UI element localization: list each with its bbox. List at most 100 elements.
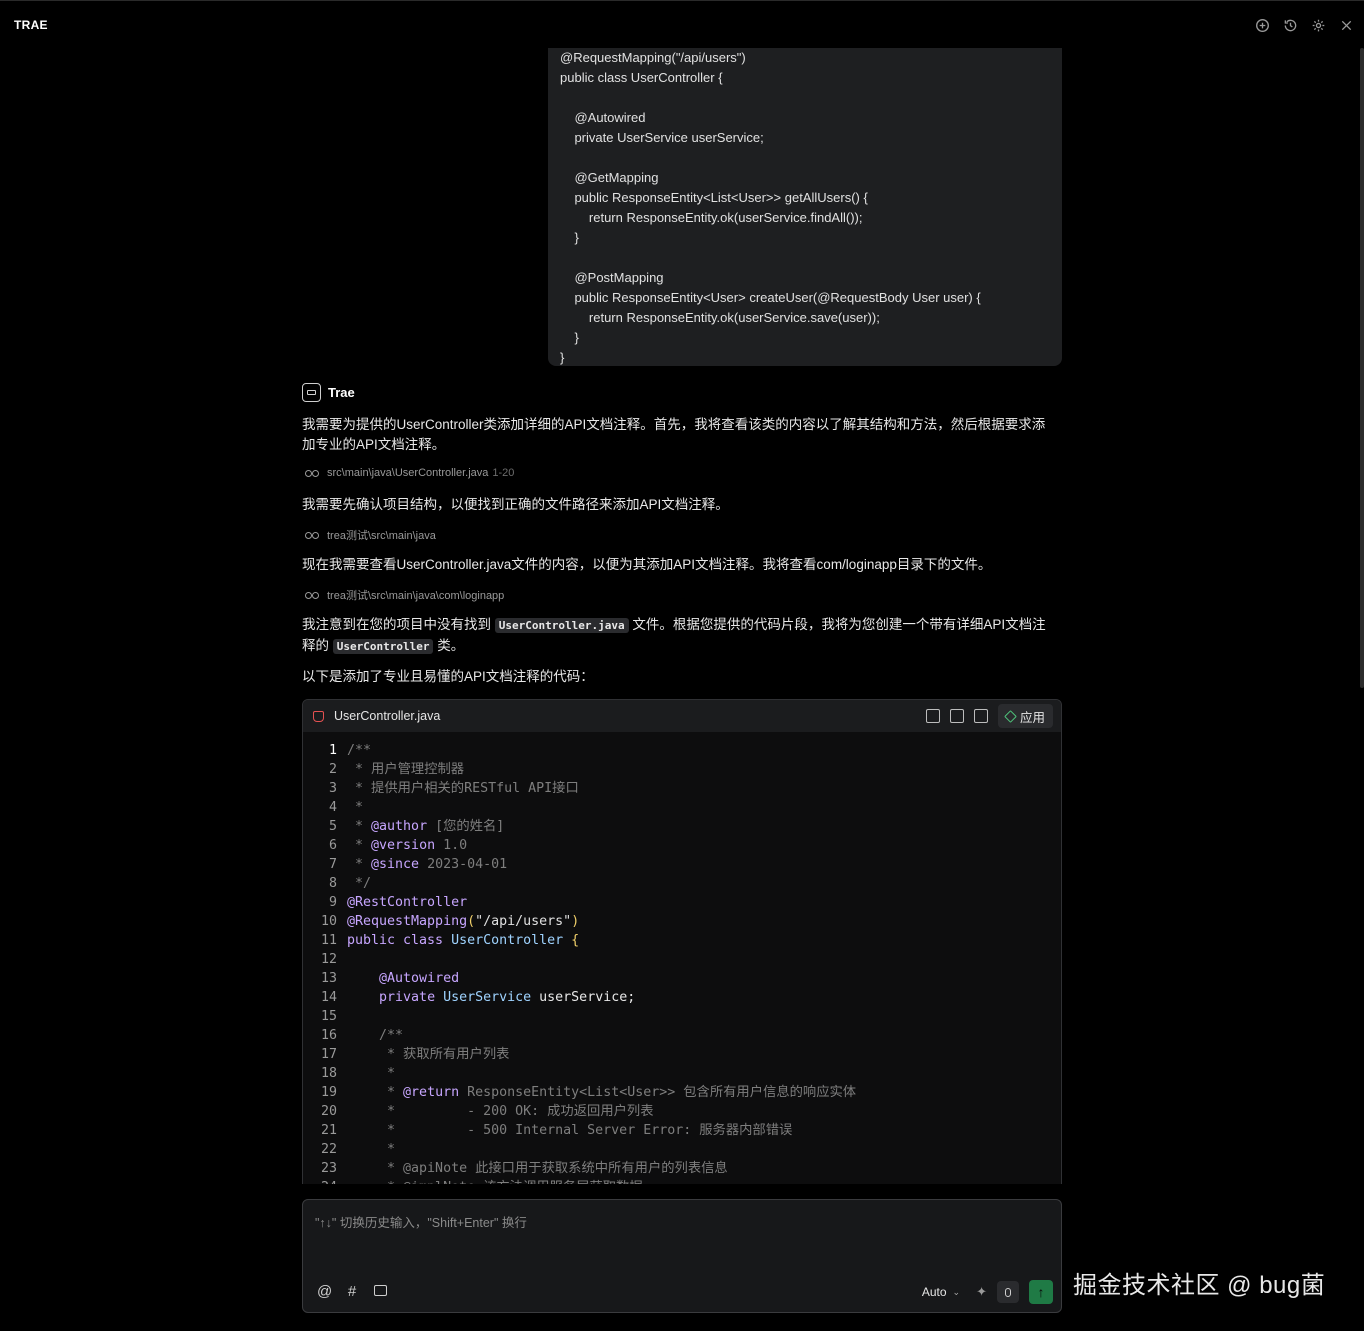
- reference-path: trea测试\src\main\java: [327, 530, 436, 542]
- line-text: @RestController: [337, 893, 467, 912]
- title-actions: [1254, 17, 1354, 33]
- assistant-message-2: 我需要先确认项目结构，以便找到正确的文件路径来添加API文档注释。: [302, 497, 729, 512]
- code-token: @author: [371, 819, 428, 834]
- code-token: /**: [347, 1028, 404, 1043]
- assistant-name: Trae: [328, 385, 355, 400]
- model-selector[interactable]: Auto ⌄: [922, 1285, 960, 1299]
- code-line: 16 /**: [303, 1026, 1061, 1045]
- edit-icon: [1004, 709, 1017, 723]
- code-block: UserController.java 应用 1/** 2 * 用户管理控制器 3 …: [302, 699, 1062, 1184]
- assistant-message-3: 现在我需要查看UserController.java文件的内容，以便为其添加AP…: [302, 557, 992, 572]
- line-number: 6: [328, 838, 337, 853]
- code-token: 1.0: [435, 838, 468, 853]
- code-line: 18 *: [303, 1064, 1061, 1083]
- reference-path: trea测试\src\main\java\com\loginapp: [327, 590, 505, 602]
- code-line: 21 * - 500 Internal Server Error: 服务器内部错…: [303, 1121, 1061, 1140]
- line-number: 4: [328, 800, 337, 815]
- file-reference-3[interactable]: trea测试\src\main\java\com\loginapp: [305, 587, 504, 603]
- assistant-header: Trae: [302, 383, 355, 402]
- assistant-message-5: 以下是添加了专业且易懂的API文档注释的代码：: [302, 669, 594, 684]
- close-icon[interactable]: [1338, 17, 1354, 33]
- add-chat-icon[interactable]: [1254, 17, 1270, 33]
- line-text: */: [337, 874, 371, 893]
- code-token: * @implNote 该方法调用服务层获取数据: [347, 1180, 643, 1184]
- line-text: [337, 1007, 347, 1026]
- code-line: 14 private UserService userService;: [303, 988, 1061, 1007]
- code-line: 10 @RequestMapping("/api/users"): [303, 912, 1061, 931]
- inline-code: UserController: [332, 639, 434, 654]
- view-icon: [305, 591, 319, 599]
- microphone-button[interactable]: [997, 1281, 1019, 1303]
- code-token: userService;: [539, 990, 636, 1005]
- code-block-header: UserController.java 应用: [303, 700, 1061, 732]
- line-text: *: [337, 1140, 395, 1159]
- send-button[interactable]: ↑: [1029, 1280, 1053, 1304]
- scrollbar[interactable]: [1360, 48, 1364, 688]
- assistant-message-4: 我注意到在您的项目中没有找到 UserController.java 文件。根据…: [302, 617, 1046, 654]
- assistant-message-1: 我需要为提供的UserController类添加详细的API文档注释。首先，我将…: [302, 417, 1046, 452]
- code-token: @return: [403, 1085, 460, 1100]
- line-text: /**: [337, 741, 371, 760]
- code-line: 5 * @author [您的姓名]: [303, 817, 1061, 836]
- code-token: *: [347, 1085, 404, 1100]
- line-number: 5: [328, 819, 337, 834]
- code-line: 8 */: [303, 874, 1061, 893]
- line-number: 20: [320, 1104, 337, 1119]
- view-icon: [305, 531, 319, 539]
- code-line: }: [560, 230, 579, 245]
- watermark: 掘金技术社区 @ bug菌: [1073, 1272, 1326, 1299]
- file-reference-1[interactable]: src\main\java\UserController.java 1-20: [305, 467, 514, 479]
- code-body: 1/** 2 * 用户管理控制器 3 * 提供用户相关的RESTful API接口 4…: [303, 732, 1061, 1184]
- code-line: @RequestMapping("/api/users"): [560, 50, 746, 65]
- new-file-icon[interactable]: [973, 709, 988, 723]
- code-line: 7 * @since 2023-04-01: [303, 855, 1061, 874]
- code-token: UserService: [443, 990, 540, 1005]
- code-file-name: UserController.java: [334, 709, 441, 723]
- code-line: 12: [303, 950, 1061, 969]
- input-actions: Auto ⌄ ✦ ↑: [922, 1280, 1053, 1304]
- hash-icon[interactable]: #: [345, 1283, 359, 1300]
- code-line: private UserService userService;: [560, 130, 764, 145]
- chat-scroll-area[interactable]: @RequestMapping("/api/users") public clas…: [302, 48, 1062, 1184]
- code-line: 15: [303, 1007, 1061, 1026]
- code-line: public class UserController {: [560, 70, 723, 85]
- line-number: 15: [320, 1009, 337, 1024]
- history-icon[interactable]: [1282, 17, 1298, 33]
- file-reference-2[interactable]: trea测试\src\main\java: [305, 527, 436, 543]
- arrow-up-icon: ↑: [1037, 1284, 1045, 1300]
- code-token: ResponseEntity<List<User>> 包含所有用户信息的响应实体: [459, 1085, 857, 1100]
- line-text: * - 500 Internal Server Error: 服务器内部错误: [337, 1121, 792, 1140]
- image-icon[interactable]: [373, 1283, 387, 1300]
- copy-icon[interactable]: [925, 709, 940, 723]
- line-text: * 获取所有用户列表: [337, 1045, 509, 1064]
- sparkle-icon[interactable]: ✦: [976, 1284, 987, 1300]
- code-line: 4 *: [303, 798, 1061, 817]
- chat-input[interactable]: [315, 1212, 1045, 1262]
- app-title: TRAE: [14, 18, 48, 32]
- line-text: @Autowired: [337, 969, 459, 988]
- apply-button[interactable]: 应用: [997, 704, 1053, 728]
- line-number: 7: [328, 857, 337, 872]
- code-line: 19 * @return ResponseEntity<List<User>> …: [303, 1083, 1061, 1102]
- code-line: return ResponseEntity.ok(userService.sav…: [560, 310, 880, 325]
- settings-icon[interactable]: [1310, 17, 1326, 33]
- mention-icon[interactable]: @: [317, 1283, 332, 1300]
- line-text: * @return ResponseEntity<List<User>> 包含所…: [337, 1083, 856, 1102]
- line-text: * 用户管理控制器: [337, 760, 464, 779]
- code-line: 22 *: [303, 1140, 1061, 1159]
- line-number: 9: [328, 895, 337, 910]
- line-text: * @implNote 该方法调用服务层获取数据: [337, 1178, 643, 1184]
- code-line: @GetMapping: [560, 170, 659, 185]
- line-number: 10: [320, 914, 337, 929]
- code-line: 20 * - 200 OK: 成功返回用户列表: [303, 1102, 1061, 1121]
- code-token: * @apiNote 此接口用于获取系统中所有用户的列表信息: [347, 1161, 728, 1176]
- code-line: 1 /**: [303, 741, 1061, 760]
- insert-icon[interactable]: [949, 709, 964, 723]
- code-token: UserController: [451, 933, 572, 948]
- code-line: public ResponseEntity<User> createUser(@…: [560, 290, 981, 305]
- code-token: 2023-04-01: [419, 857, 508, 872]
- code-line: @PostMapping: [560, 270, 664, 285]
- code-line: 2 * 用户管理控制器: [303, 760, 1061, 779]
